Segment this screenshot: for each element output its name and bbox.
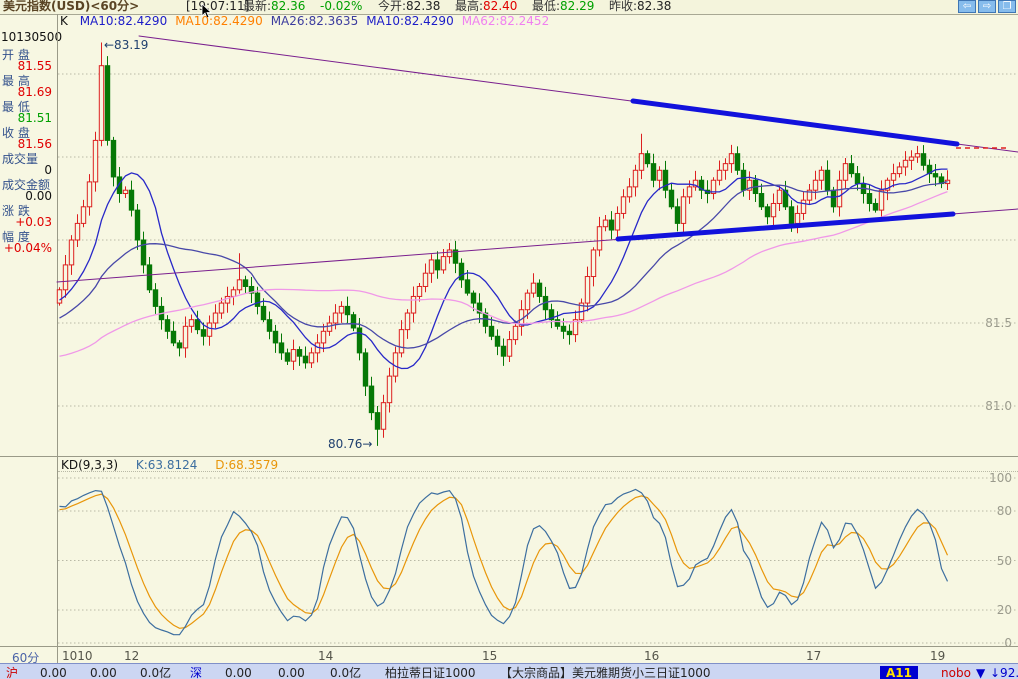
status-item: nobo — [941, 666, 971, 679]
status-item: 【大宗商品】美元雅期货小三日证1000 — [500, 666, 711, 679]
status-item: 0.00 — [40, 666, 67, 679]
status-item: 0.00 — [90, 666, 117, 679]
x-tick-label: 19 — [930, 649, 946, 663]
x-tick-label: 16 — [644, 649, 660, 663]
x-tick-label: 15 — [482, 649, 498, 663]
status-item: ▼ — [976, 666, 986, 679]
status-item: 0.00 — [225, 666, 252, 679]
status-item: 0.0亿 — [140, 666, 172, 679]
status-bar: 沪 0.00 0.00 0.0亿 深 0.00 0.00 0.0亿 柏拉蒂日证1000 【大宗商品… — [0, 663, 1018, 679]
x-tick-label: 1010 — [62, 649, 93, 663]
status-item: 沪 — [6, 666, 19, 679]
status-item: 0.00 — [278, 666, 305, 679]
status-item: 柏拉蒂日证1000 — [385, 666, 476, 679]
x-tick-label: 12 — [124, 649, 140, 663]
x-axis-line — [0, 646, 1018, 647]
x-tick-label: 17 — [806, 649, 822, 663]
x-tick-label: 14 — [318, 649, 334, 663]
price-annotation: 80.76→ — [328, 437, 373, 451]
price-annotation: ←83.19 — [104, 38, 149, 52]
status-item: ↓92.97 — [990, 666, 1018, 679]
status-item: 0.0亿 — [330, 666, 362, 679]
status-item: A11 — [880, 666, 918, 679]
price-chart-canvas[interactable] — [0, 0, 1018, 678]
status-item: 深 — [190, 666, 203, 679]
